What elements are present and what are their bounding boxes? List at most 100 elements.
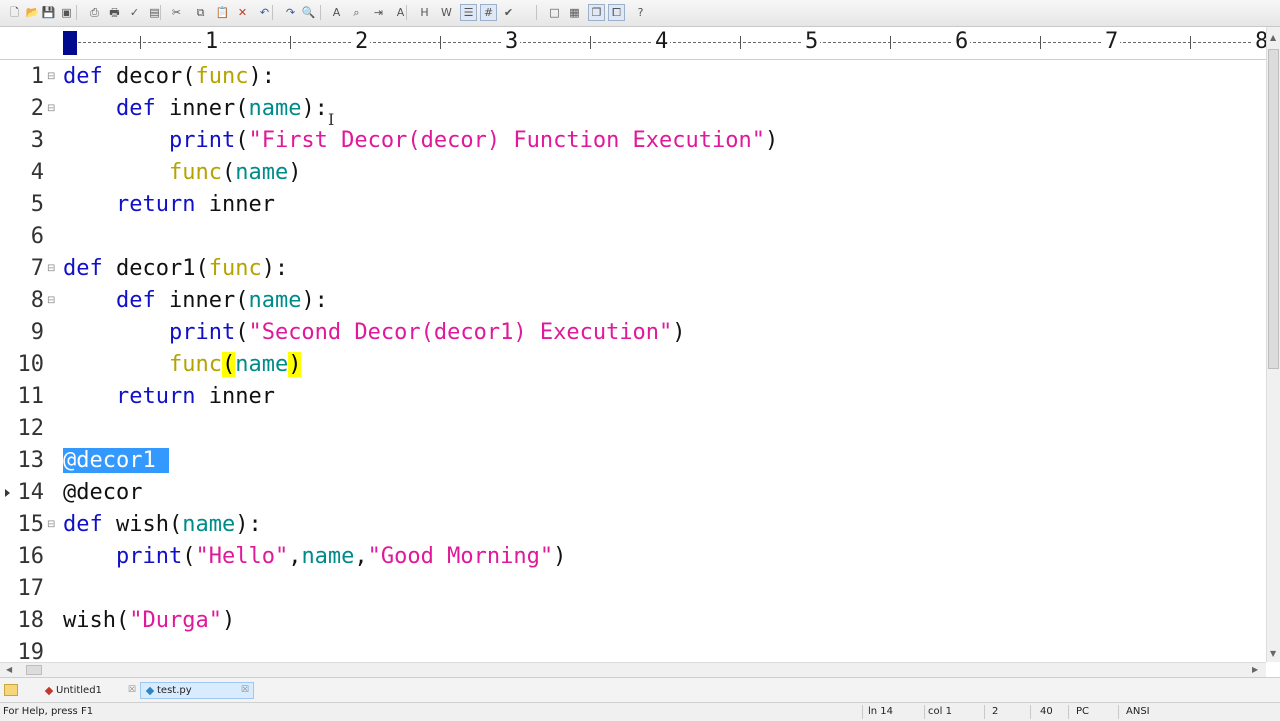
status-mode: PC	[1076, 706, 1090, 717]
ruler-tick	[890, 36, 891, 49]
vertical-scroll-thumb[interactable]	[1268, 49, 1279, 369]
goto-icon[interactable]: ⇥	[370, 4, 387, 21]
line-number: 5	[30, 192, 44, 217]
ruler-scale-line	[78, 42, 1266, 43]
code-token: ,	[288, 544, 302, 569]
open-folder-icon[interactable]: 📂	[24, 4, 41, 21]
folder-icon[interactable]	[4, 684, 18, 696]
spell-icon[interactable]: ✔	[500, 4, 517, 21]
print-preview-icon[interactable]: ⎙	[86, 4, 103, 21]
line-number: 6	[30, 224, 44, 249]
spell-check-icon[interactable]: ✓	[126, 4, 143, 21]
line-numbers-icon[interactable]: #	[480, 4, 497, 21]
fold-toggle-icon[interactable]: ⊟	[47, 253, 57, 285]
scroll-right-icon[interactable]: ▶	[1252, 665, 1258, 675]
copy-icon[interactable]: ⧉	[192, 4, 209, 21]
code-line[interactable]: print("First Decor(decor) Function Execu…	[63, 125, 778, 157]
code-token: )	[553, 544, 567, 569]
code-line[interactable]: @decor	[63, 477, 142, 509]
vertical-scrollbar[interactable]: ▲ ▼	[1266, 27, 1280, 662]
ruler-tick	[590, 36, 591, 49]
code-line[interactable]: wish("Durga")	[63, 605, 235, 637]
code-line[interactable]: func(name)	[63, 157, 301, 189]
scroll-left-icon[interactable]: ◀	[6, 665, 12, 675]
code-line[interactable]: func(name)	[63, 349, 302, 381]
find-icon[interactable]: 🔍	[300, 4, 317, 21]
save-all-icon[interactable]: ▣	[58, 4, 75, 21]
close-tab-icon[interactable]: ☒	[128, 682, 136, 699]
code-line[interactable]: print("Hello",name,"Good Morning")	[63, 541, 566, 573]
line-number: 1	[30, 64, 44, 89]
code-token: func	[168, 160, 222, 185]
code-line[interactable]: def inner(name):	[63, 285, 328, 317]
replace-icon[interactable]: A	[328, 4, 345, 21]
find-in-files-icon[interactable]: ⌕	[348, 4, 365, 21]
horizontal-scrollbar[interactable]: ◀ ▶	[0, 662, 1266, 677]
save-icon[interactable]: 💾	[40, 4, 57, 21]
code-token: inner(	[168, 96, 249, 121]
cut-icon[interactable]: ✂	[168, 4, 185, 21]
restore-icon[interactable]: ⧠	[608, 4, 625, 21]
line-number: 19	[17, 640, 45, 662]
status-column: col 1	[928, 706, 952, 717]
horizontal-scroll-thumb[interactable]	[26, 665, 42, 675]
tile-icon[interactable]: ▦	[566, 4, 583, 21]
code-token: def	[63, 512, 116, 537]
line-number: 16	[17, 544, 45, 569]
line-number: 18	[17, 608, 45, 633]
close-tab-icon[interactable]: ☒	[241, 682, 249, 699]
code-token: print	[168, 320, 236, 345]
fold-toggle-icon[interactable]: ⊟	[47, 509, 57, 541]
new-file-icon[interactable]: 🗋	[6, 4, 23, 21]
tab-test-py[interactable]: test.py ☒	[140, 682, 254, 699]
code-line[interactable]: print("Second Decor(decor1) Execution")	[63, 317, 686, 349]
status-divider	[862, 705, 863, 719]
toolbar-separator	[536, 5, 537, 20]
code-token: wish(	[63, 608, 130, 633]
modified-dot-icon	[44, 686, 54, 695]
code-line[interactable]: def decor1(func):	[63, 253, 288, 285]
undo-icon[interactable]: ↶	[256, 4, 273, 21]
fold-toggle-icon[interactable]: ⊟	[47, 93, 57, 125]
ruler-icon[interactable]: ☰	[460, 4, 477, 21]
toolbar-separator	[272, 5, 273, 20]
fold-toggle-icon[interactable]: ⊟	[47, 61, 57, 93]
code-line[interactable]: return inner	[63, 381, 275, 413]
ruler-number: 2	[353, 29, 371, 55]
code-line[interactable]: return inner	[63, 189, 275, 221]
status-divider	[924, 705, 925, 719]
code-line[interactable]: def inner(name):	[63, 93, 328, 125]
line-number: 3	[30, 128, 44, 153]
paste-icon[interactable]: 📋	[214, 4, 231, 21]
text-cursor-icon: I	[328, 110, 335, 129]
code-line[interactable]: def decor(func):	[63, 61, 275, 93]
delete-icon[interactable]: ✕	[234, 4, 251, 21]
code-token: (	[182, 544, 196, 569]
status-encoding: ANSI	[1126, 706, 1150, 717]
code-token: wish(	[115, 512, 183, 537]
code-line[interactable]: @decor1	[63, 445, 169, 477]
ruler-tick	[740, 36, 741, 49]
window-icon[interactable]: □	[546, 4, 563, 21]
fold-toggle-icon[interactable]: ⊟	[47, 285, 57, 317]
status-divider	[1030, 705, 1031, 719]
code-line[interactable]: def wish(name):	[63, 509, 262, 541]
ruler-tick	[440, 36, 441, 49]
word-wrap-icon[interactable]: W	[438, 4, 455, 21]
code-editor[interactable]: 1 ⊟ def decor(func): 2 ⊟ def inner(name): 3 p…	[0, 60, 1266, 662]
help-icon[interactable]: ?	[632, 4, 649, 21]
scroll-up-icon[interactable]: ▲	[1270, 33, 1276, 43]
code-token: ):	[301, 288, 328, 313]
print-icon[interactable]: 🖶	[106, 4, 123, 21]
code-token: )	[765, 128, 779, 153]
redo-icon[interactable]: ↷	[282, 4, 299, 21]
code-token: )	[288, 352, 302, 377]
status-divider	[1118, 705, 1119, 719]
scroll-down-icon[interactable]: ▼	[1270, 649, 1276, 659]
hex-icon[interactable]: H	[416, 4, 433, 21]
tab-untitled1[interactable]: Untitled1 ☒	[40, 682, 140, 699]
cascade-icon[interactable]: ❐	[588, 4, 605, 21]
toolbar-separator	[406, 5, 407, 20]
